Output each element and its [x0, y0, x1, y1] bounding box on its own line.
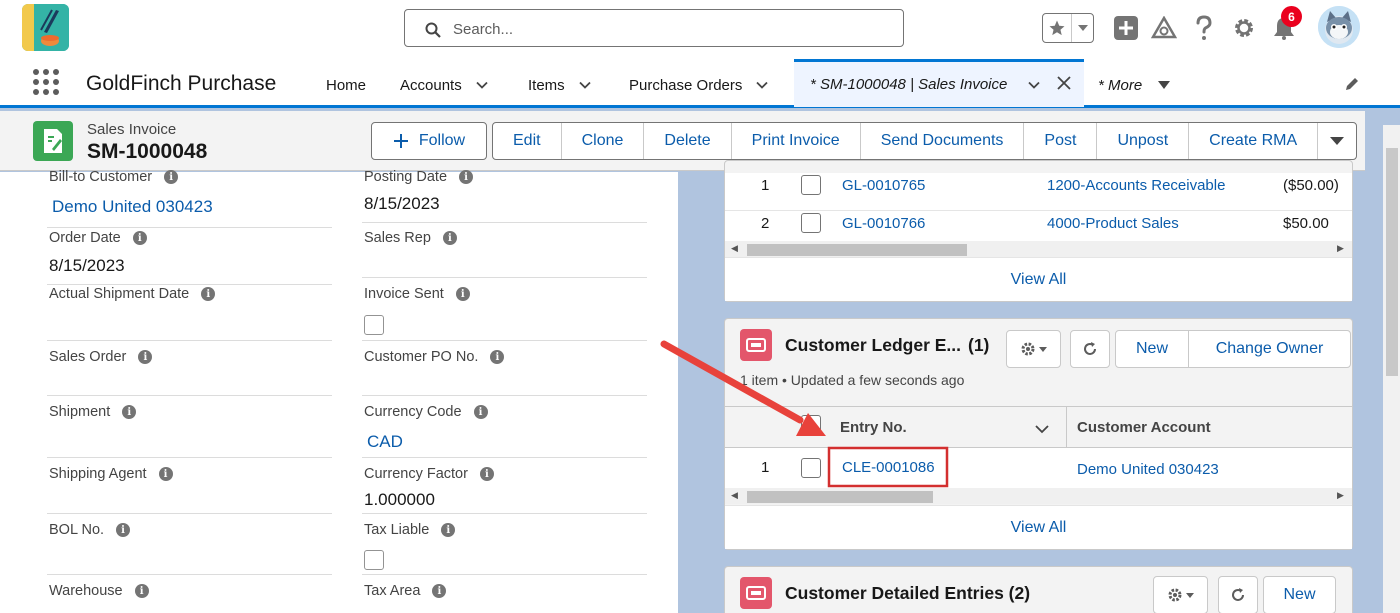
- annotation-arrow-shaft: [660, 340, 804, 424]
- annotation-highlight-box: [827, 446, 949, 488]
- annotation-overlay: [660, 340, 949, 488]
- page-scrollbar-thumb[interactable]: [1386, 148, 1398, 376]
